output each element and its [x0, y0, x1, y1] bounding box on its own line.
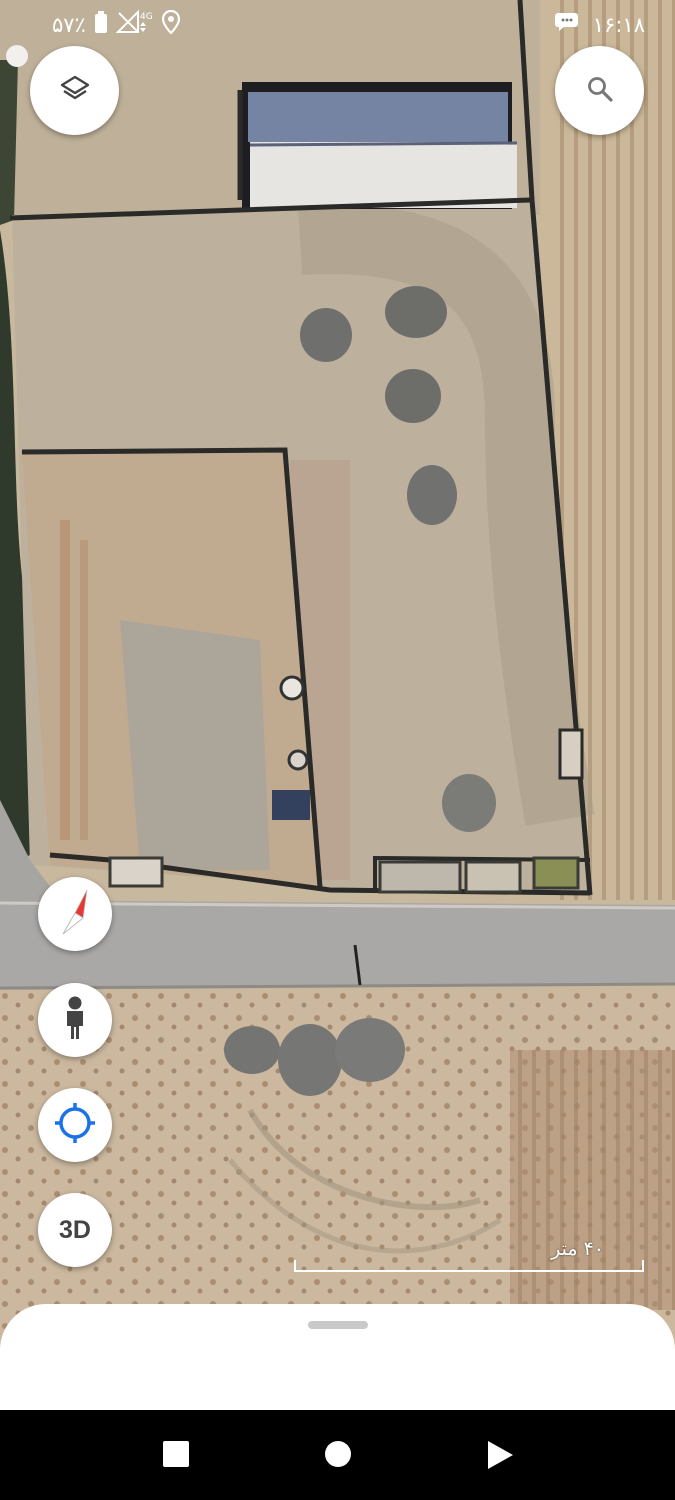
3d-button[interactable]: 3D	[38, 1193, 112, 1267]
scale-label: ۴۰ متر	[551, 1238, 604, 1260]
back-button[interactable]	[486, 1440, 514, 1474]
network-type-label: 4G	[140, 12, 153, 22]
compass-button[interactable]	[38, 877, 112, 951]
street-view-button[interactable]	[38, 983, 112, 1057]
satellite-map[interactable]	[0, 0, 675, 1410]
clock: ۱۶:۱۸	[592, 12, 645, 37]
search-icon	[586, 75, 614, 107]
chat-notification-icon	[554, 10, 581, 39]
status-left-group: ۵۷٪ 4G	[52, 9, 180, 39]
signal-icon: 4G	[115, 9, 154, 39]
status-bar: ۵۷٪ 4G ۱۶:۱۸	[0, 0, 675, 46]
layers-icon	[59, 73, 91, 109]
circle-icon	[324, 1441, 352, 1472]
battery-icon	[94, 11, 108, 38]
3d-label: 3D	[59, 1215, 91, 1244]
search-button[interactable]	[555, 46, 644, 135]
pegman-icon	[60, 996, 90, 1044]
compass-icon	[53, 886, 97, 942]
scale-bar-line	[294, 1260, 644, 1272]
map-scale: ۴۰ متر	[294, 1238, 644, 1272]
triangle-icon	[486, 1441, 514, 1474]
square-icon	[162, 1441, 190, 1472]
satellite-imagery	[0, 0, 675, 1410]
battery-percentage: ۵۷٪	[52, 12, 86, 37]
location-status-icon	[161, 9, 180, 39]
bottom-sheet[interactable]	[0, 1304, 675, 1410]
recent-apps-button[interactable]	[162, 1440, 190, 1472]
my-location-icon	[53, 1101, 97, 1149]
bottom-sheet-drag-handle[interactable]	[308, 1321, 368, 1329]
layers-button[interactable]	[30, 46, 119, 135]
my-location-button[interactable]	[38, 1088, 112, 1162]
home-button[interactable]	[324, 1440, 352, 1472]
navigation-bar	[0, 1410, 675, 1500]
status-right-group: ۱۶:۱۸	[554, 10, 645, 39]
